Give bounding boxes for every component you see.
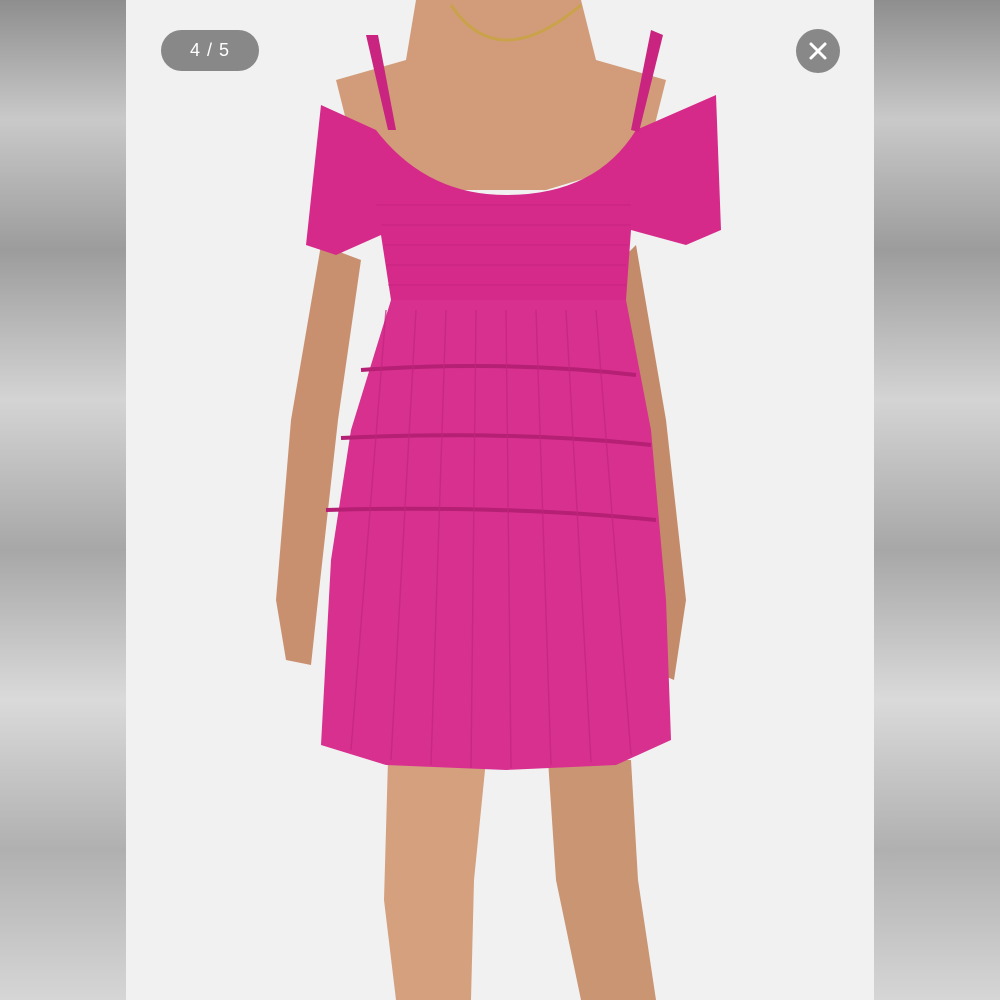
right-blurred-panel xyxy=(874,0,1000,1000)
image-viewer: 4 / 5 xyxy=(0,0,1000,1000)
image-counter: 4 / 5 xyxy=(161,30,259,71)
leg-left xyxy=(384,760,486,1000)
product-photo[interactable] xyxy=(126,0,874,1000)
close-icon xyxy=(809,42,827,60)
left-blurred-panel xyxy=(0,0,126,1000)
close-button[interactable] xyxy=(796,29,840,73)
